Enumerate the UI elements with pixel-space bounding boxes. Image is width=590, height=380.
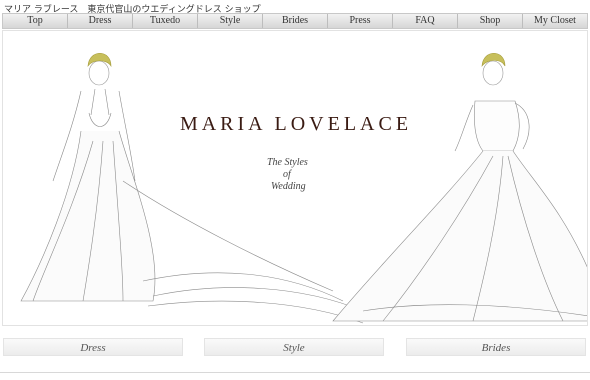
- tagline-line: Wedding: [271, 181, 306, 192]
- card-style[interactable]: Style: [204, 338, 384, 356]
- footer-divider: [0, 372, 590, 373]
- top-navigation: Top Dress Tuxedo Style Brides Press FAQ …: [2, 13, 588, 29]
- nav-my-closet[interactable]: My Closet: [523, 14, 587, 28]
- card-dress[interactable]: Dress: [3, 338, 183, 356]
- nav-tuxedo[interactable]: Tuxedo: [133, 14, 198, 28]
- tagline: The Styles of Wedding: [265, 157, 355, 193]
- nav-top[interactable]: Top: [3, 14, 68, 28]
- nav-dress[interactable]: Dress: [68, 14, 133, 28]
- nav-brides[interactable]: Brides: [263, 14, 328, 28]
- tagline-line: of: [283, 169, 291, 180]
- right-bride-sketch: [332, 52, 587, 322]
- tagline-line: The Styles: [267, 157, 308, 168]
- brand-logo-text: MARIA LOVELACE: [179, 113, 413, 135]
- card-brides[interactable]: Brides: [406, 338, 586, 356]
- nav-press[interactable]: Press: [328, 14, 393, 28]
- nav-shop[interactable]: Shop: [458, 14, 523, 28]
- category-cards: Dress Style Brides: [0, 338, 590, 358]
- nav-faq[interactable]: FAQ: [393, 14, 458, 28]
- nav-style[interactable]: Style: [198, 14, 263, 28]
- hero-banner: MARIA LOVELACE The Styles of Wedding: [2, 30, 588, 326]
